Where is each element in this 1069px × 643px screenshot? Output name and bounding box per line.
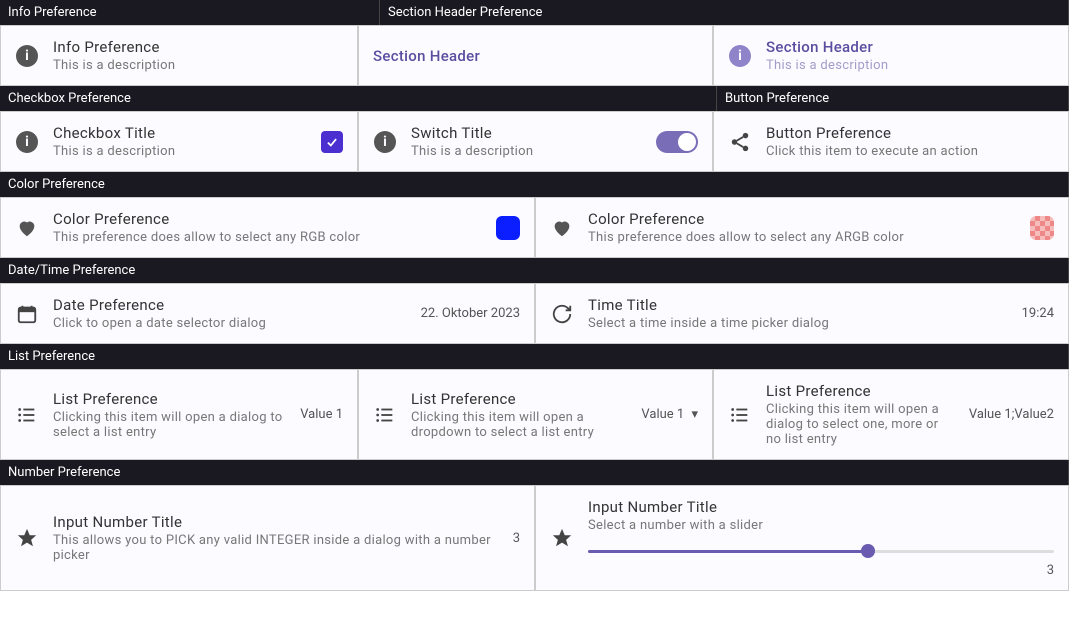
list-icon — [15, 403, 39, 427]
share-icon — [728, 130, 752, 154]
color-rgb-title: Color Preference — [53, 210, 482, 228]
num1-title: Input Number Title — [53, 513, 499, 531]
heart-icon — [550, 216, 574, 240]
color-argb-title: Color Preference — [588, 210, 1016, 228]
switch-title: Switch Title — [411, 124, 642, 142]
num2-title: Input Number Title — [588, 498, 1054, 516]
date-title: Date Preference — [53, 296, 407, 314]
star-icon — [15, 526, 39, 550]
list1-title: List Preference — [53, 390, 286, 408]
section-header-row-1: Info Preference Section Header Preferenc… — [0, 0, 1069, 25]
section-header-item-1: Section Header — [358, 25, 713, 86]
date-value: 22. Oktober 2023 — [421, 306, 520, 321]
info-icon: i — [373, 130, 397, 154]
list-preference-item-1[interactable]: List Preference Clicking this item will … — [0, 369, 358, 460]
color-swatch-rgb[interactable] — [496, 216, 520, 240]
list-preference-item-2[interactable]: List Preference Clicking this item will … — [358, 369, 713, 460]
switch-control[interactable] — [656, 131, 698, 153]
time-desc: Select a time inside a time picker dialo… — [588, 316, 1008, 331]
list2-value: Value 1 ▾ — [641, 407, 698, 422]
header-datetime: Date/Time Preference — [0, 258, 1069, 283]
list3-value: Value 1;Value2 — [969, 407, 1054, 422]
button-pref-title: Button Preference — [766, 124, 1054, 142]
header-number: Number Preference — [0, 460, 1069, 485]
list3-title: List Preference — [766, 382, 955, 400]
header-list: List Preference — [0, 344, 1069, 369]
checkbox-desc: This is a description — [53, 144, 307, 159]
date-desc: Click to open a date selector dialog — [53, 316, 407, 331]
time-value: 19:24 — [1022, 306, 1054, 321]
checkbox-preference-item[interactable]: i Checkbox Title This is a description — [0, 111, 358, 172]
section-header-row-number: Number Preference — [0, 460, 1069, 485]
refresh-icon — [550, 302, 574, 326]
number-picker-item[interactable]: Input Number Title This allows you to PI… — [0, 485, 535, 591]
button-pref-desc: Click this item to execute an action — [766, 144, 1054, 159]
header-info: Info Preference — [0, 0, 380, 25]
switch-preference-item[interactable]: i Switch Title This is a description — [358, 111, 713, 172]
color-rgb-item[interactable]: Color Preference This preference does al… — [0, 197, 535, 258]
switch-desc: This is a description — [411, 144, 642, 159]
list-icon — [728, 403, 752, 427]
section-header-1-title: Section Header — [373, 47, 698, 65]
header-color: Color Preference — [0, 172, 1069, 197]
star-icon — [550, 526, 574, 550]
time-preference-item[interactable]: Time Title Select a time inside a time p… — [535, 283, 1069, 344]
list3-desc: Clicking this item will open a dialog to… — [766, 402, 955, 447]
section-header-row-list: List Preference — [0, 344, 1069, 369]
num2-desc: Select a number with a slider — [588, 518, 1054, 533]
date-preference-item[interactable]: Date Preference Click to open a date sel… — [0, 283, 535, 344]
info-icon: i — [728, 44, 752, 68]
list2-desc: Clicking this item will open a dropdown … — [411, 410, 627, 440]
list-icon — [373, 403, 397, 427]
color-argb-item[interactable]: Color Preference This preference does al… — [535, 197, 1069, 258]
list2-title: List Preference — [411, 390, 627, 408]
color-swatch-argb[interactable] — [1030, 216, 1054, 240]
info-icon: i — [15, 130, 39, 154]
color-argb-desc: This preference does allow to select any… — [588, 230, 1016, 245]
info-desc: This is a description — [53, 58, 343, 73]
num2-value: 3 — [588, 563, 1054, 578]
section-header-row-color: Color Preference — [0, 172, 1069, 197]
list-preference-item-3[interactable]: List Preference Clicking this item will … — [713, 369, 1069, 460]
section-header-2-title: Section Header — [766, 38, 1054, 56]
num1-value: 3 — [513, 531, 520, 546]
header-checkbox: Checkbox Preference — [0, 86, 717, 111]
info-preference-item[interactable]: i Info Preference This is a description — [0, 25, 358, 86]
button-preference-item[interactable]: Button Preference Click this item to exe… — [713, 111, 1069, 172]
checkbox-title: Checkbox Title — [53, 124, 307, 142]
list1-desc: Clicking this item will open a dialog to… — [53, 410, 286, 440]
num1-desc: This allows you to PICK any valid INTEGE… — [53, 533, 499, 563]
list1-value: Value 1 — [300, 407, 343, 422]
calendar-icon — [15, 302, 39, 326]
checkbox-control[interactable] — [321, 131, 343, 153]
header-button: Button Preference — [717, 86, 1069, 111]
time-title: Time Title — [588, 296, 1008, 314]
section-header-row-2: Checkbox Preference Button Preference — [0, 86, 1069, 111]
header-section: Section Header Preference — [380, 0, 1069, 25]
chevron-down-icon: ▾ — [691, 407, 698, 422]
number-slider-item[interactable]: Input Number Title Select a number with … — [535, 485, 1069, 591]
color-rgb-desc: This preference does allow to select any… — [53, 230, 482, 245]
info-icon: i — [15, 44, 39, 68]
section-header-item-2: i Section Header This is a description — [713, 25, 1069, 86]
info-title: Info Preference — [53, 38, 343, 56]
heart-icon — [15, 216, 39, 240]
number-slider[interactable] — [588, 541, 1054, 561]
section-header-row-datetime: Date/Time Preference — [0, 258, 1069, 283]
section-header-2-desc: This is a description — [766, 58, 1054, 73]
